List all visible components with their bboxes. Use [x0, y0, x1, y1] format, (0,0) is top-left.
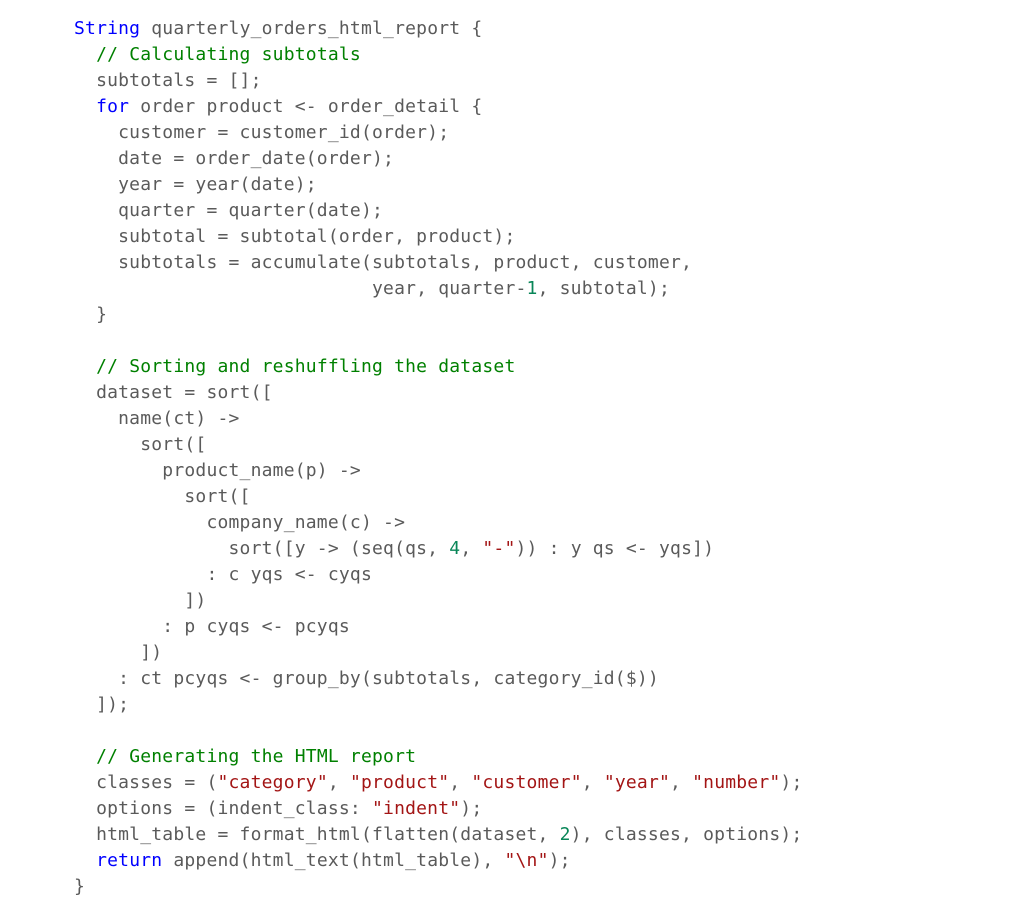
code-token-cm: // Calculating subtotals	[96, 44, 361, 65]
code-token-nm: 2	[560, 824, 571, 845]
code-token-st: "-"	[482, 538, 515, 559]
code-token-nm: 4	[449, 538, 460, 559]
code-token-st: "year"	[604, 772, 670, 793]
code-token-nm: 1	[527, 278, 538, 299]
code-token-kw: for	[96, 96, 129, 117]
code-token-st: "\n"	[504, 850, 548, 871]
code-token-cm: // Sorting and reshuffling the dataset	[96, 356, 515, 377]
code-token-st: "customer"	[471, 772, 581, 793]
code-token-cm: // Generating the HTML report	[96, 746, 416, 767]
code-token-st: "category"	[217, 772, 327, 793]
code-token-st: "number"	[692, 772, 780, 793]
code-token-kw: String	[74, 18, 140, 39]
code-token-st: "indent"	[372, 798, 460, 819]
code-token-st: "product"	[350, 772, 449, 793]
code-block: String quarterly_orders_html_report { //…	[0, 0, 1024, 900]
code-token-kw: return	[96, 850, 162, 871]
